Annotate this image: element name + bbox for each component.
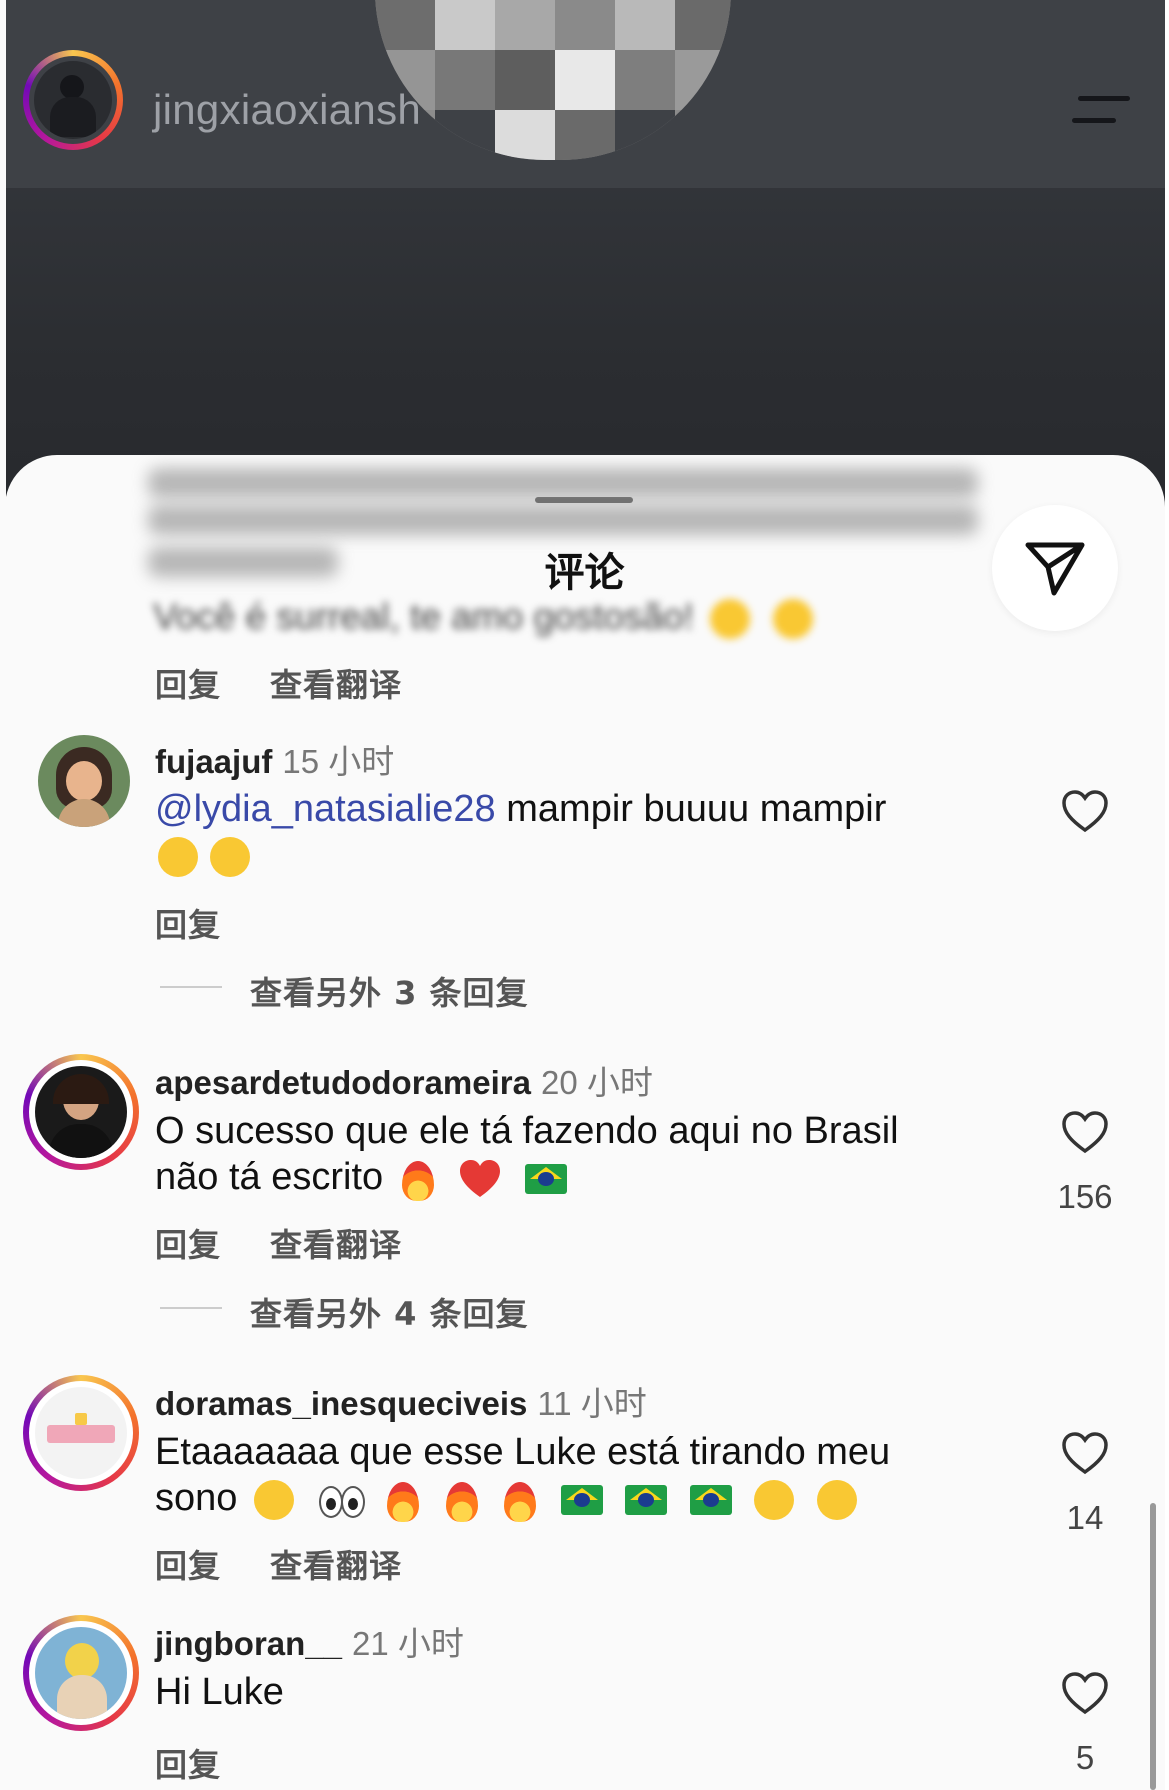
- translate-button[interactable]: 查看翻译: [270, 1541, 402, 1587]
- comment-text-line2: não tá escrito: [155, 1154, 573, 1201]
- blurred-text-line-1: [148, 468, 978, 498]
- rofl-emoji-icon: [158, 836, 198, 877]
- paper-plane-icon: [1025, 542, 1085, 596]
- commenter-avatar[interactable]: [23, 1375, 139, 1491]
- commenter-avatar[interactable]: [23, 1615, 139, 1731]
- fire-emoji-icon: [400, 1157, 436, 1201]
- comment-username[interactable]: fujaajuf 15 小时: [155, 735, 394, 783]
- comment-time: 11 小时: [537, 1385, 647, 1422]
- laughing-emoji-icon: [710, 599, 751, 640]
- smile-emoji-icon: [817, 1479, 858, 1520]
- fire-emoji-icon: [385, 1478, 421, 1522]
- view-more-replies-button[interactable]: 查看另外 4 条回复: [250, 1289, 529, 1335]
- comment-username[interactable]: jingboran__ 21 小时: [155, 1617, 464, 1665]
- comment-username[interactable]: doramas_inesqueciveis 11 小时: [155, 1377, 647, 1425]
- brazil-flag-icon: [524, 1163, 567, 1194]
- comment-time: 15 小时: [282, 743, 395, 780]
- header-avatar-image: [34, 61, 112, 139]
- comment-username[interactable]: apesardetudodorameira 20 小时: [155, 1056, 653, 1104]
- red-heart-emoji-icon: [460, 1159, 501, 1197]
- comment-text: @lydia_natasialie28 mampir buuuu mampir: [155, 788, 887, 830]
- like-heart-icon[interactable]: [1061, 1432, 1109, 1476]
- commenter-avatar[interactable]: [23, 1054, 139, 1170]
- comment-emoji-row: [152, 832, 256, 878]
- header-avatar[interactable]: [23, 50, 123, 150]
- brazil-flag-icon: [689, 1484, 732, 1515]
- screen-edge: [0, 0, 6, 1790]
- fire-emoji-icon: [444, 1478, 480, 1522]
- comment-text: Hi Luke: [155, 1671, 284, 1713]
- sleepy-emoji-icon: [253, 1479, 294, 1520]
- comment-time: 21 小时: [352, 1625, 464, 1662]
- replies-divider: [160, 986, 222, 988]
- comment-text-line2: sono: [155, 1475, 863, 1522]
- mention-link[interactable]: @lydia_natasialie28: [155, 788, 496, 830]
- translate-button[interactable]: 查看翻译: [270, 1220, 402, 1266]
- hamburger-menu-icon[interactable]: [1072, 93, 1132, 131]
- brazil-flag-icon: [560, 1484, 603, 1515]
- reply-button[interactable]: 回复: [155, 1220, 221, 1266]
- like-count: 14: [1066, 1499, 1104, 1536]
- comment-time: 20 小时: [540, 1064, 653, 1101]
- like-heart-icon[interactable]: [1061, 1111, 1109, 1155]
- comment-text: O sucesso que ele tá fazendo aqui no Bra…: [155, 1110, 899, 1152]
- like-count: 5: [1075, 1739, 1095, 1776]
- blurred-text-line-2: [148, 505, 978, 535]
- reply-button[interactable]: 回复: [155, 900, 221, 946]
- fire-emoji-icon: [502, 1478, 538, 1522]
- pinned-comment-text: Você é surreal, te amo gostosão!: [153, 596, 819, 640]
- brazil-flag-icon: [625, 1484, 668, 1515]
- comment-text: Etaaaaaaa que esse Luke está tirando meu: [155, 1431, 891, 1473]
- reply-button[interactable]: 回复: [155, 1541, 221, 1587]
- reply-button[interactable]: 回复: [155, 1740, 221, 1786]
- like-count: 156: [1057, 1178, 1113, 1215]
- heart-eyes-emoji-icon: [772, 599, 813, 640]
- pinned-translate-button[interactable]: 查看翻译: [270, 660, 402, 706]
- replies-divider: [160, 1307, 222, 1309]
- like-heart-icon[interactable]: [1061, 1672, 1109, 1716]
- eyes-emoji-icon: [317, 1480, 365, 1520]
- view-more-replies-button[interactable]: 查看另外 3 条回复: [250, 968, 529, 1014]
- smile-emoji-icon: [754, 1479, 795, 1520]
- scrollbar[interactable]: [1150, 1503, 1156, 1790]
- like-heart-icon[interactable]: [1061, 790, 1109, 834]
- commenter-avatar[interactable]: [38, 735, 130, 827]
- screen: jingxiaoxiansh 评论 Você é surreal, te amo…: [0, 0, 1169, 1790]
- pinned-reply-button[interactable]: 回复: [155, 660, 221, 706]
- rofl-emoji-icon: [210, 836, 250, 877]
- share-button[interactable]: [992, 505, 1118, 631]
